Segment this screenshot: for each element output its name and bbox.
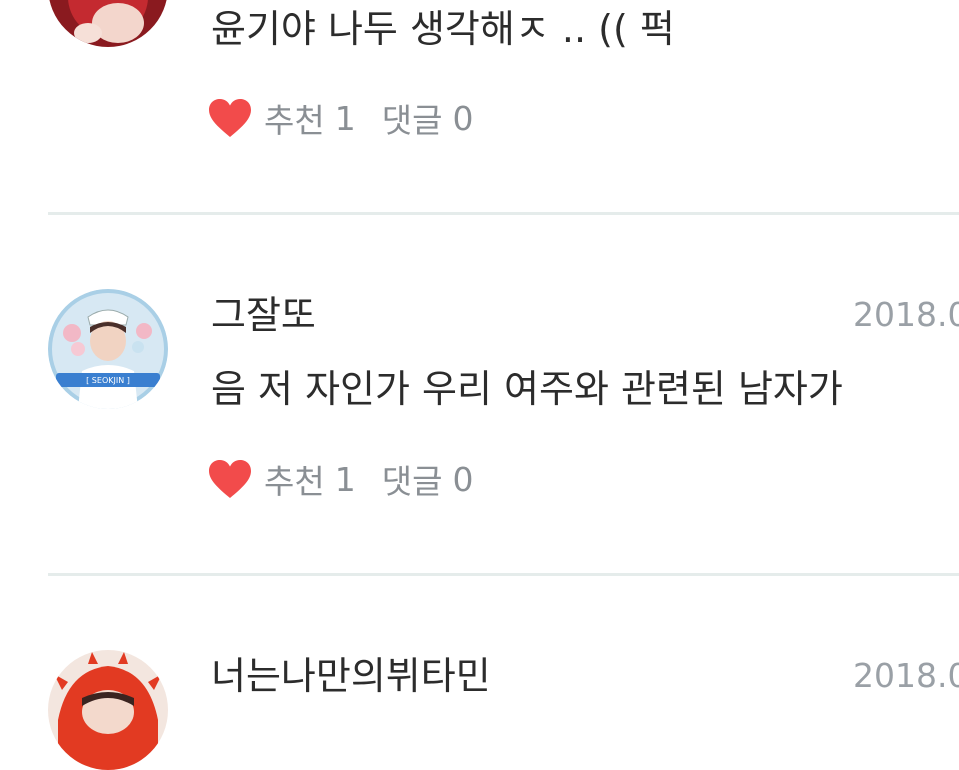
author-name[interactable]: 너는나만의뷔타민: [211, 657, 491, 695]
heart-icon[interactable]: [208, 98, 252, 138]
avatar[interactable]: [48, 650, 168, 770]
divider: [48, 573, 959, 576]
comment-date: 2018.0: [853, 656, 959, 695]
avatar-image: [48, 0, 168, 47]
heart-icon[interactable]: [208, 459, 252, 499]
avatar[interactable]: [ SEOKJIN ]: [48, 289, 168, 409]
author-name[interactable]: 그잘또: [211, 296, 316, 334]
like-label[interactable]: 추천: [264, 94, 325, 142]
comment-text: 음 저 자인가 우리 여주와 관련된 남자가: [211, 367, 843, 411]
divider: [48, 212, 959, 215]
comment-actions: 추천 1 댓글 0: [208, 96, 473, 140]
avatar-badge: [ SEOKJIN ]: [86, 376, 130, 385]
like-label[interactable]: 추천: [264, 455, 325, 503]
avatar-image: [ SEOKJIN ]: [48, 289, 168, 409]
comment-date: 2018.0: [853, 295, 959, 334]
like-count: 1: [334, 459, 356, 499]
avatar[interactable]: [48, 0, 168, 47]
avatar-image: [48, 650, 168, 770]
like-count: 1: [334, 98, 356, 138]
reply-count: 0: [452, 459, 474, 499]
comment-actions: 추천 1 댓글 0: [208, 457, 473, 501]
reply-count: 0: [452, 98, 474, 138]
reply-label[interactable]: 댓글: [382, 455, 443, 503]
comment-text: 윤기야 나두 생각해ㅈ .. (( 퍽: [211, 7, 675, 51]
reply-label[interactable]: 댓글: [382, 94, 443, 142]
